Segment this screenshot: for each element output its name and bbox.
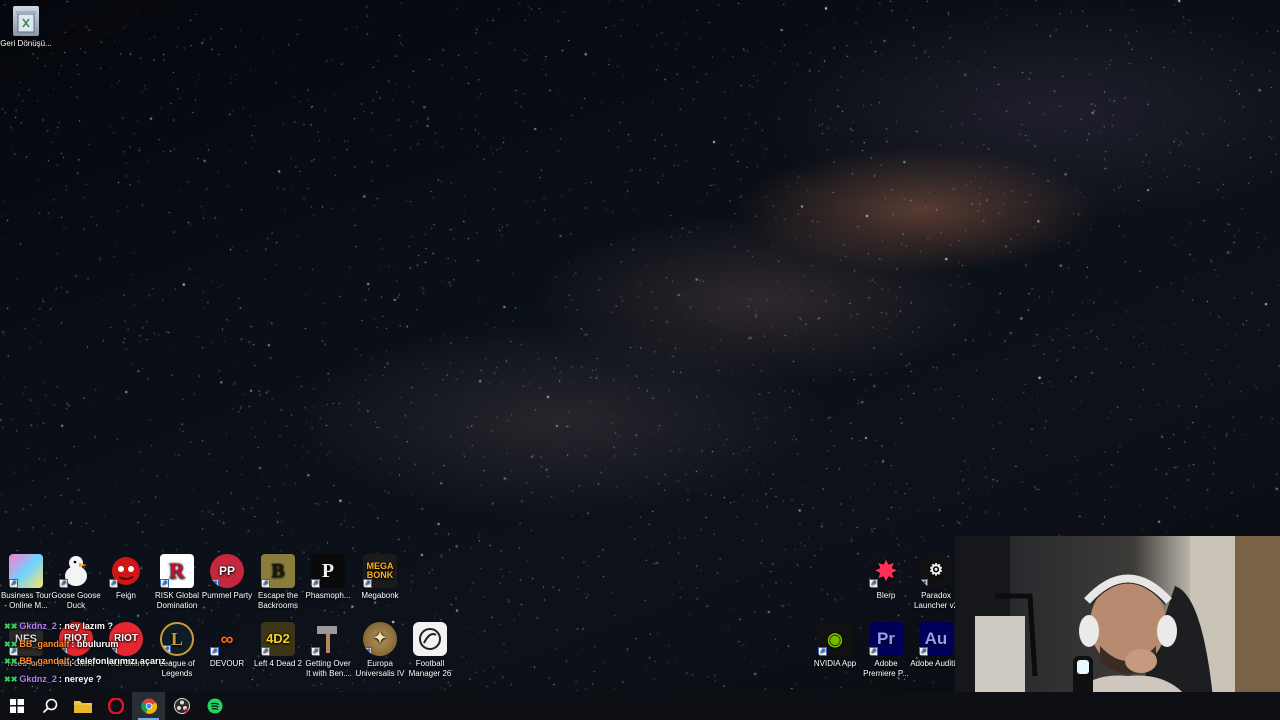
chat-text: : bbulurum xyxy=(71,638,119,649)
obs-button[interactable] xyxy=(165,692,198,720)
chat-username: BB_gandalf xyxy=(19,638,70,649)
windows-icon xyxy=(9,699,24,713)
premiere-pro-icon: Pr ↗ xyxy=(869,622,903,656)
recycle-bin-shortcut[interactable]: Geri Dönüşü... xyxy=(0,6,52,49)
chat-message: ✖✖ Gkdnz_2 : nereye ? xyxy=(4,671,234,689)
spotify-icon xyxy=(207,698,222,714)
shortcut-megabonk[interactable]: MEGA BONK ↗ Megabonk xyxy=(354,554,406,601)
taskbar xyxy=(0,692,1280,720)
shortcut-nvidia-app[interactable]: ◉ ↗ NVIDIA App xyxy=(809,622,861,669)
obs-icon xyxy=(173,698,190,714)
chat-message: ✖✖ Gkdnz_2 : ney lazım ? xyxy=(4,618,234,636)
pummel-party-icon: PP ↗ xyxy=(210,554,244,588)
shortcut-label: Adobe Premiere P... xyxy=(863,659,909,678)
chat-text: : nereye ? xyxy=(58,673,102,684)
shortcut-label: Europa Universalis IV xyxy=(355,659,405,678)
search-button[interactable] xyxy=(33,692,66,720)
shortcut-label: Business Tour - Online M... xyxy=(0,591,52,610)
shortcut-label: Megabonk xyxy=(361,591,399,600)
chat-message: ✖✖ BB_gandalf : bbulurum xyxy=(4,636,234,654)
recycle-bin-icon xyxy=(13,6,39,36)
feign-icon: ↗ xyxy=(109,554,143,588)
shortcut-label: Goose Goose Duck xyxy=(51,591,101,610)
shortcut-label: RISK Global Domination xyxy=(154,591,200,610)
phasmophobia-icon: P ↗ xyxy=(311,554,345,588)
shortcut-feign[interactable]: ↗ Feign xyxy=(100,554,152,601)
chat-username: Gkdnz_2 xyxy=(19,621,57,631)
left4dead2-icon: 4D2 ↗ xyxy=(261,622,295,656)
shortcut-premiere-pro[interactable]: Pr ↗ Adobe Premiere P... xyxy=(860,622,912,679)
shortcut-label: Getting Over It with Ben... xyxy=(305,659,351,678)
shortcut-escape-backrooms[interactable]: B ↗ Escape the Backrooms xyxy=(252,554,304,611)
recycle-bin-label: Geri Dönüşü... xyxy=(0,39,52,48)
shortcut-label: Phasmoph... xyxy=(305,591,351,600)
chat-message: ✖✖ BB_gandalf : telefonlarımızı açarız xyxy=(4,653,234,671)
shortcut-risk[interactable]: R ↗ RISK Global Domination xyxy=(151,554,203,611)
shortcut-label: Blerp xyxy=(876,591,896,600)
nvidia-icon: ◉ ↗ xyxy=(818,622,852,656)
goose-goose-duck-icon: ↗ xyxy=(59,554,93,588)
chrome-icon xyxy=(140,698,157,714)
stream-chat-overlay: ✖✖ Gkdnz_2 : ney lazım ? ✖✖ BB_gandalf :… xyxy=(4,618,234,688)
shortcut-left4dead2[interactable]: 4D2 ↗ Left 4 Dead 2 xyxy=(252,622,304,669)
shortcut-goose-goose-duck[interactable]: ↗ Goose Goose Duck xyxy=(50,554,102,611)
start-button[interactable] xyxy=(0,692,33,720)
shortcut-label: Pummel Party xyxy=(201,591,253,600)
shortcut-europa-universalis[interactable]: ✦ ↗ Europa Universalis IV xyxy=(354,622,406,679)
chat-username: Gkdnz_2 xyxy=(19,673,57,684)
shortcut-label: Football Manager 26 xyxy=(408,659,452,678)
shortcut-label: Escape the Backrooms xyxy=(257,591,299,610)
shortcut-football-manager[interactable]: Football Manager 26 xyxy=(404,622,456,679)
blerp-icon: ✸ ↗ xyxy=(869,556,897,588)
shortcut-getting-over-it[interactable]: ↗ Getting Over It with Ben... xyxy=(302,622,354,679)
chat-text: : ney lazım ? xyxy=(58,621,113,631)
opera-icon xyxy=(107,698,124,714)
chat-badges-icon: ✖✖ xyxy=(4,674,18,684)
megabonk-icon: MEGA BONK ↗ xyxy=(363,554,397,588)
shortcut-pummel-party[interactable]: PP ↗ Pummel Party xyxy=(201,554,253,601)
chat-text: : telefonlarımızı açarız xyxy=(71,656,166,666)
business-tour-icon: ↗ xyxy=(9,554,43,588)
opera-button[interactable] xyxy=(99,692,132,720)
shortcut-label: NVIDIA App xyxy=(813,659,857,668)
shortcut-phasmophobia[interactable]: P ↗ Phasmoph... xyxy=(302,554,354,601)
search-icon xyxy=(42,698,57,714)
paradox-launcher-icon: ⚙ ↗ xyxy=(919,554,953,588)
europa-universalis-icon: ✦ ↗ xyxy=(363,622,397,656)
shortcut-label: Left 4 Dead 2 xyxy=(253,659,303,668)
risk-icon: R ↗ xyxy=(160,554,194,588)
getting-over-it-icon: ↗ xyxy=(311,622,345,656)
chat-username: BB_gandalf xyxy=(19,656,70,666)
shortcut-blerp[interactable]: ✸ ↗ Blerp xyxy=(860,554,912,601)
spotify-button[interactable] xyxy=(198,692,231,720)
escape-backrooms-icon: B ↗ xyxy=(261,554,295,588)
football-manager-icon xyxy=(413,622,447,656)
chat-badges-icon: ✖✖ xyxy=(4,639,18,649)
shortcut-business-tour[interactable]: ↗ Business Tour - Online M... xyxy=(0,554,52,611)
folder-icon xyxy=(73,701,92,713)
chrome-button[interactable] xyxy=(132,692,165,720)
audition-icon: Au ↗ xyxy=(919,622,953,656)
chat-badges-icon: ✖✖ xyxy=(4,622,18,631)
file-explorer-button[interactable] xyxy=(66,692,99,720)
chat-badges-icon: ✖✖ xyxy=(4,657,18,666)
shortcut-label: Feign xyxy=(115,591,136,600)
